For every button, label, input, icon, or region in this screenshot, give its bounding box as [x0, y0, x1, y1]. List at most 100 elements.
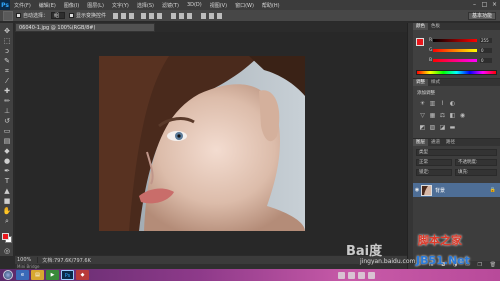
menu-filter[interactable]: 滤镜(T) — [158, 2, 183, 9]
auto-select-dropdown[interactable]: 组 — [51, 12, 66, 19]
tray-network-icon[interactable] — [338, 271, 345, 279]
auto-select-label: 自动选择： — [23, 13, 49, 19]
foreground-color-swatch[interactable] — [2, 233, 9, 240]
explorer-icon[interactable]: ▤ — [31, 270, 44, 280]
align-buttons[interactable] — [109, 12, 259, 20]
levels-icon[interactable]: ▥ — [429, 101, 436, 107]
move-tool-preset-icon[interactable] — [3, 10, 13, 21]
green-value[interactable]: 0 — [480, 47, 492, 53]
tab-adjustments[interactable]: 调整 — [413, 79, 428, 86]
tab-color[interactable]: 颜色 — [413, 23, 428, 30]
layer-row-background[interactable]: ◉ 背景 🔒 — [413, 183, 500, 197]
menu-type[interactable]: 文字(Y) — [108, 2, 133, 9]
tray-flag-icon[interactable] — [368, 271, 375, 279]
clone-stamp-tool-icon[interactable]: ⊥ — [2, 107, 12, 115]
color-panel-tabs: 颜色 色板 — [413, 23, 500, 30]
lock-row[interactable]: 锁定: — [416, 169, 452, 176]
quick-select-tool-icon[interactable]: ✎ — [2, 57, 12, 65]
lock-icon: 🔒 — [489, 187, 496, 193]
menu-select[interactable]: 选择(S) — [133, 2, 158, 9]
brightness-icon[interactable]: ☀ — [419, 101, 426, 107]
dodge-tool-icon[interactable]: ● — [2, 157, 12, 165]
blend-mode-select[interactable]: 正常 — [416, 159, 452, 166]
fill-field[interactable]: 填充: — [455, 169, 497, 176]
opacity-field[interactable]: 不透明度: — [455, 159, 497, 166]
jingyan-watermark: jingyan.baidu.com — [360, 258, 416, 265]
baidu-watermark: Bai度 — [346, 244, 383, 259]
portrait-photo — [99, 56, 305, 231]
zoom-tool-icon[interactable]: ⌕ — [2, 217, 12, 225]
menu-file[interactable]: 文件(F) — [10, 2, 35, 9]
new-layer-icon[interactable]: ❐ — [478, 262, 482, 268]
visibility-eye-icon[interactable]: ◉ — [413, 187, 421, 193]
red-value[interactable]: 255 — [480, 37, 492, 43]
threshold-icon[interactable]: ◪ — [439, 125, 446, 131]
start-button[interactable] — [3, 270, 13, 280]
layers-panel: 图层 通道 路径 类型 正常 不透明度: 锁定: 填充: ◉ 背景 🔒 ∞ fx… — [413, 138, 500, 269]
black-white-icon[interactable]: ◧ — [449, 113, 456, 119]
toolbox: ✥ ⬚ ↄ ✎ ⌗ ⁄ ✚ ✏ ⊥ ↺ ▭ ▤ ◆ ● ✒ T ▲ ■ ✋ ⌕ … — [0, 23, 14, 256]
app-icon[interactable]: ◆ — [76, 270, 89, 280]
minimize-button[interactable]: – — [471, 1, 478, 8]
hue-saturation-icon[interactable]: ▦ — [429, 113, 436, 119]
tab-channels[interactable]: 通道 — [428, 139, 443, 146]
tray-ime-icon[interactable] — [358, 271, 365, 279]
jb51-watermark: JB51.Net — [416, 254, 470, 267]
tab-layers[interactable]: 图层 — [413, 139, 428, 146]
panel-foreground-chip[interactable] — [416, 38, 424, 46]
menu-layer[interactable]: 图层(L) — [83, 2, 108, 9]
gradient-tool-icon[interactable]: ▤ — [2, 137, 12, 145]
eraser-tool-icon[interactable]: ▭ — [2, 127, 12, 135]
workspace-switcher[interactable]: 基本功能 — [467, 12, 496, 20]
move-tool-icon[interactable]: ✥ — [2, 27, 12, 35]
menu-3d[interactable]: 3D(D) — [183, 2, 206, 8]
zoom-level[interactable]: 100% — [15, 257, 39, 263]
show-transform-checkbox[interactable] — [69, 13, 75, 18]
red-slider[interactable]: R 255 — [429, 37, 498, 43]
blur-tool-icon[interactable]: ◆ — [2, 147, 12, 155]
eyedropper-tool-icon[interactable]: ⁄ — [2, 77, 12, 85]
path-selection-tool-icon[interactable]: ▲ — [2, 187, 12, 195]
ie-icon[interactable]: e — [16, 270, 29, 280]
document-tab[interactable]: 06040-1.jpg @ 100%(RGB/8#) — [15, 23, 155, 32]
color-balance-icon[interactable]: ⚖ — [439, 113, 446, 119]
menu-edit[interactable]: 编辑(E) — [35, 2, 60, 9]
tab-swatches[interactable]: 色板 — [428, 23, 443, 30]
pen-tool-icon[interactable]: ✒ — [2, 167, 12, 175]
type-tool-icon[interactable]: T — [2, 177, 12, 185]
menu-image[interactable]: 图像(I) — [60, 2, 83, 9]
posterize-icon[interactable]: ▨ — [429, 125, 436, 131]
history-brush-tool-icon[interactable]: ↺ — [2, 117, 12, 125]
layer-filter-kind[interactable]: 类型 — [416, 149, 497, 156]
taskbar-photoshop-icon[interactable]: Ps — [61, 270, 74, 280]
brush-tool-icon[interactable]: ✏ — [2, 97, 12, 105]
color-spectrum[interactable] — [416, 70, 497, 75]
delete-layer-icon[interactable]: 🗑 — [490, 262, 496, 268]
blue-slider[interactable]: B 0 — [429, 57, 498, 63]
close-button[interactable]: × — [491, 1, 498, 8]
marquee-tool-icon[interactable]: ⬚ — [2, 37, 12, 45]
blue-value[interactable]: 0 — [480, 57, 492, 63]
menu-window[interactable]: 窗口(W) — [231, 2, 258, 9]
lasso-tool-icon[interactable]: ↄ — [2, 47, 12, 55]
media-icon[interactable]: ▶ — [46, 270, 59, 280]
photo-filter-icon[interactable]: ◉ — [459, 113, 466, 119]
tab-styles[interactable]: 样式 — [428, 79, 443, 86]
quick-mask-icon[interactable]: ◎ — [2, 247, 12, 255]
gradient-map-icon[interactable]: ▬ — [449, 125, 456, 131]
vibrance-icon[interactable]: ▽ — [419, 113, 426, 119]
healing-brush-tool-icon[interactable]: ✚ — [2, 87, 12, 95]
menu-help[interactable]: 帮助(H) — [258, 2, 284, 9]
curves-icon[interactable]: ⌇ — [439, 101, 446, 107]
invert-icon[interactable]: ◩ — [419, 125, 426, 131]
maximize-button[interactable]: □ — [481, 1, 488, 8]
shape-tool-icon[interactable]: ■ — [2, 197, 12, 205]
tab-paths[interactable]: 路径 — [443, 139, 458, 146]
crop-tool-icon[interactable]: ⌗ — [2, 67, 12, 75]
green-slider[interactable]: G 0 — [429, 47, 498, 53]
hand-tool-icon[interactable]: ✋ — [2, 207, 12, 215]
tray-volume-icon[interactable] — [348, 271, 355, 279]
menu-view[interactable]: 视图(V) — [206, 2, 231, 9]
auto-select-checkbox[interactable] — [16, 13, 21, 18]
exposure-icon[interactable]: ◐ — [449, 101, 456, 107]
